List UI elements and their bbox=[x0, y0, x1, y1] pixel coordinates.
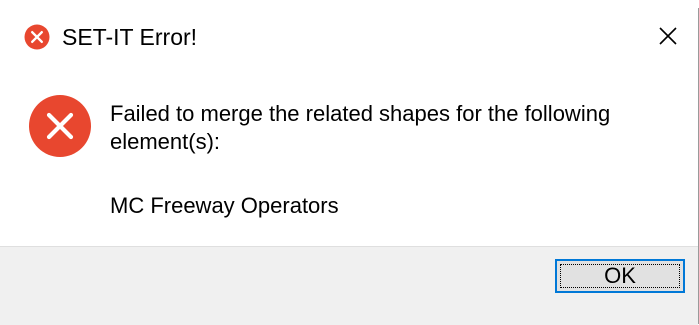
error-icon bbox=[24, 24, 50, 50]
dialog-content: Failed to merge the related shapes for t… bbox=[0, 64, 698, 248]
error-message-line-1: Failed to merge the related shapes for t… bbox=[110, 101, 611, 126]
dialog-title: SET-IT Error! bbox=[62, 24, 198, 50]
button-bar: OK bbox=[0, 246, 698, 325]
close-icon bbox=[659, 27, 677, 45]
title-bar[interactable]: SET-IT Error! bbox=[0, 8, 698, 64]
error-dialog: SET-IT Error! Failed to merge the relate… bbox=[0, 8, 699, 325]
ok-button[interactable]: OK bbox=[555, 259, 685, 293]
error-icon bbox=[29, 95, 91, 157]
close-button[interactable] bbox=[638, 8, 698, 64]
focus-ring bbox=[560, 264, 680, 288]
error-message-line-2: element(s): bbox=[110, 129, 221, 154]
element-name: MC Freeway Operators bbox=[110, 193, 339, 218]
